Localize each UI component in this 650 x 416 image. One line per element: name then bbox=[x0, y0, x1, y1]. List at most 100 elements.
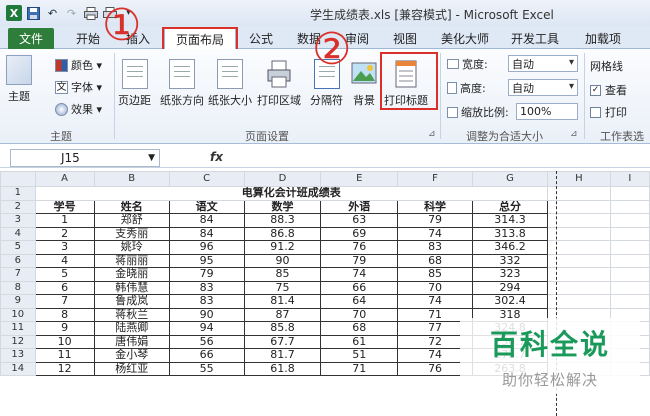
data-cell[interactable]: 51 bbox=[320, 348, 399, 363]
data-cell[interactable]: 61 bbox=[320, 334, 399, 349]
redo-icon[interactable]: ↷ bbox=[64, 6, 79, 21]
data-cell[interactable]: 85 bbox=[243, 267, 322, 282]
data-cell[interactable]: 94 bbox=[168, 321, 245, 336]
tab-file[interactable]: 文件 bbox=[8, 28, 54, 49]
column-title-cell[interactable]: 数学 bbox=[243, 199, 322, 214]
height-dropdown[interactable]: 自动 bbox=[508, 79, 578, 96]
save-icon[interactable] bbox=[26, 6, 41, 21]
column-header-a[interactable]: A bbox=[34, 171, 95, 187]
data-cell[interactable]: 74 bbox=[397, 294, 473, 309]
data-cell[interactable]: 75 bbox=[243, 280, 322, 295]
column-title-cell[interactable]: 学号 bbox=[34, 199, 95, 214]
data-cell[interactable]: 唐伟娟 bbox=[93, 334, 170, 349]
data-cell[interactable]: 55 bbox=[168, 361, 245, 376]
row-header[interactable]: 6 bbox=[0, 253, 36, 268]
orientation-button[interactable]: 纸张方向 bbox=[160, 59, 204, 108]
undo-icon[interactable]: ↶ bbox=[45, 6, 60, 21]
themes-button[interactable]: 主题 bbox=[6, 55, 32, 104]
row-header[interactable]: 10 bbox=[0, 307, 36, 322]
cell[interactable] bbox=[609, 213, 650, 228]
data-cell[interactable]: 70 bbox=[397, 280, 473, 295]
margins-button[interactable]: 页边距 bbox=[118, 59, 151, 108]
width-dropdown[interactable]: 自动 bbox=[508, 55, 578, 72]
data-cell[interactable]: 10 bbox=[34, 334, 95, 349]
data-cell[interactable]: 支秀丽 bbox=[93, 226, 170, 241]
data-cell[interactable]: 69 bbox=[320, 226, 399, 241]
data-cell[interactable]: 金小琴 bbox=[93, 348, 170, 363]
cell[interactable] bbox=[609, 186, 650, 201]
column-header-f[interactable]: F bbox=[397, 171, 473, 187]
data-cell[interactable]: 56 bbox=[168, 334, 245, 349]
column-title-cell[interactable]: 科学 bbox=[397, 199, 473, 214]
data-cell[interactable]: 88.3 bbox=[243, 213, 322, 228]
cell[interactable] bbox=[609, 280, 650, 295]
size-button[interactable]: 纸张大小 bbox=[208, 59, 252, 108]
data-cell[interactable]: 332 bbox=[471, 253, 548, 268]
tab-page-layout[interactable]: 页面布局 bbox=[164, 28, 236, 49]
data-cell[interactable]: 61.8 bbox=[243, 361, 322, 376]
data-cell[interactable]: 1 bbox=[34, 213, 95, 228]
data-cell[interactable]: 9 bbox=[34, 321, 95, 336]
data-cell[interactable]: 87 bbox=[243, 307, 322, 322]
data-cell[interactable]: 鲁成岚 bbox=[93, 294, 170, 309]
data-cell[interactable]: 金晓丽 bbox=[93, 267, 170, 282]
data-cell[interactable]: 蒋丽丽 bbox=[93, 253, 170, 268]
column-header-b[interactable]: B bbox=[93, 171, 170, 187]
column-header-c[interactable]: C bbox=[168, 171, 245, 187]
data-cell[interactable]: 71 bbox=[320, 361, 399, 376]
data-cell[interactable]: 蒋秋兰 bbox=[93, 307, 170, 322]
data-cell[interactable]: 70 bbox=[320, 307, 399, 322]
cell[interactable] bbox=[609, 267, 650, 282]
data-cell[interactable]: 郑舒 bbox=[93, 213, 170, 228]
data-cell[interactable]: 90 bbox=[243, 253, 322, 268]
data-cell[interactable]: 杨红亚 bbox=[93, 361, 170, 376]
data-cell[interactable]: 81.4 bbox=[243, 294, 322, 309]
page-setup-launcher-icon[interactable]: ⊿ bbox=[428, 129, 436, 139]
data-cell[interactable]: 7 bbox=[34, 294, 95, 309]
data-cell[interactable]: 74 bbox=[320, 267, 399, 282]
data-cell[interactable]: 68 bbox=[320, 321, 399, 336]
column-header-e[interactable]: E bbox=[320, 171, 399, 187]
select-all-corner[interactable] bbox=[0, 171, 36, 187]
row-header[interactable]: 4 bbox=[0, 226, 36, 241]
data-cell[interactable]: 67.7 bbox=[243, 334, 322, 349]
data-cell[interactable]: 346.2 bbox=[471, 240, 548, 255]
data-cell[interactable]: 84 bbox=[168, 213, 245, 228]
data-cell[interactable]: 83 bbox=[397, 240, 473, 255]
data-cell[interactable]: 76 bbox=[320, 240, 399, 255]
data-cell[interactable]: 3 bbox=[34, 240, 95, 255]
data-cell[interactable]: 84 bbox=[168, 226, 245, 241]
data-cell[interactable]: 11 bbox=[34, 348, 95, 363]
scale-launcher-icon[interactable]: ⊿ bbox=[570, 129, 578, 139]
data-cell[interactable]: 91.2 bbox=[243, 240, 322, 255]
data-cell[interactable]: 79 bbox=[397, 213, 473, 228]
tab-beautify-master[interactable]: 美化大师 bbox=[436, 28, 494, 49]
column-header-i[interactable]: I bbox=[609, 171, 650, 187]
data-cell[interactable]: 83 bbox=[168, 294, 245, 309]
print-titles-button[interactable]: 打印标题 bbox=[384, 59, 428, 108]
cell[interactable] bbox=[609, 199, 650, 214]
data-cell[interactable]: 85 bbox=[397, 267, 473, 282]
tab-developer[interactable]: 开发工具 bbox=[506, 28, 564, 49]
tab-addins[interactable]: 加载项 bbox=[578, 28, 628, 49]
print-preview-icon[interactable] bbox=[83, 6, 98, 21]
data-cell[interactable]: 96 bbox=[168, 240, 245, 255]
data-cell[interactable]: 68 bbox=[397, 253, 473, 268]
data-cell[interactable]: 韩伟慧 bbox=[93, 280, 170, 295]
row-header[interactable]: 13 bbox=[0, 348, 36, 363]
data-cell[interactable]: 313.8 bbox=[471, 226, 548, 241]
theme-fonts-button[interactable]: 文 字体 ▾ bbox=[55, 79, 102, 95]
data-cell[interactable]: 86.8 bbox=[243, 226, 322, 241]
data-cell[interactable]: 90 bbox=[168, 307, 245, 322]
data-cell[interactable]: 81.7 bbox=[243, 348, 322, 363]
name-box[interactable]: J15 ▼ bbox=[10, 149, 160, 167]
cell[interactable] bbox=[609, 240, 650, 255]
row-header[interactable]: 9 bbox=[0, 294, 36, 309]
gridlines-print-checkbox[interactable]: 打印 bbox=[590, 104, 627, 120]
data-cell[interactable]: 79 bbox=[320, 253, 399, 268]
print-area-button[interactable]: 打印区域 bbox=[257, 59, 301, 108]
cell[interactable] bbox=[609, 294, 650, 309]
data-cell[interactable]: 2 bbox=[34, 226, 95, 241]
data-cell[interactable]: 64 bbox=[320, 294, 399, 309]
fx-icon[interactable]: fx bbox=[210, 150, 223, 164]
